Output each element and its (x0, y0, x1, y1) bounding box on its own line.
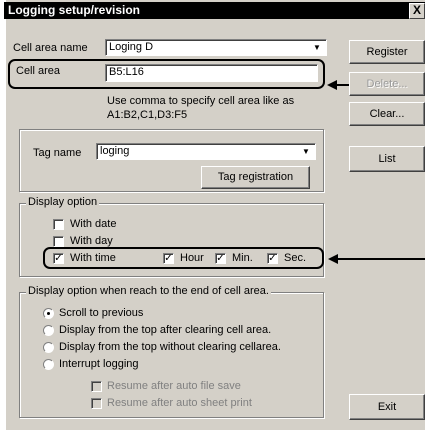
scroll-label: Scroll to previous (59, 307, 144, 319)
tag-name-label: Tag name (33, 147, 82, 159)
resume-save-checkbox[interactable] (91, 381, 102, 392)
with-date-label: With date (70, 218, 117, 230)
with-day-checkbox[interactable] (53, 236, 64, 247)
callout-arrow-line (336, 258, 425, 260)
top-clear-label: Display from the top after clearing cell… (59, 324, 272, 336)
tag-registration-button[interactable]: Tag registration (201, 166, 310, 189)
cell-area-hint-line2: A1:B2,C1,D3:F5 (107, 109, 188, 121)
chevron-down-icon[interactable]: ▼ (299, 145, 313, 158)
exit-button[interactable]: Exit (349, 394, 425, 420)
delete-button[interactable]: Delete... (349, 72, 425, 96)
register-button[interactable]: Register (349, 40, 425, 64)
callout-arrow-icon (328, 254, 338, 264)
cell-area-callout (8, 59, 325, 89)
time-callout (43, 247, 324, 269)
window-title: Logging setup/revision (8, 3, 141, 17)
display-option-title: Display option (26, 196, 100, 208)
tag-name-select[interactable]: loging ▼ (96, 143, 316, 160)
with-day-label: With day (70, 235, 113, 247)
clear-button[interactable]: Clear... (349, 102, 425, 126)
top-clear-radio[interactable] (43, 325, 54, 336)
resume-save-label: Resume after auto file save (107, 380, 241, 392)
cell-area-name-value: Loging D (109, 41, 154, 53)
end-option-title: Display option when reach to the end of … (26, 285, 271, 297)
chevron-down-icon[interactable]: ▼ (310, 41, 324, 54)
scroll-radio[interactable] (43, 308, 54, 319)
window-titlebar: Logging setup/revision X (4, 2, 425, 19)
top-noclear-radio[interactable] (43, 342, 54, 353)
cell-area-name-label: Cell area name (13, 42, 88, 54)
callout-arrow-icon (327, 80, 337, 90)
interrupt-label: Interrupt logging (59, 358, 139, 370)
list-button[interactable]: List (349, 146, 425, 172)
resume-print-label: Resume after auto sheet print (107, 397, 252, 409)
tag-name-value: loging (100, 145, 130, 157)
interrupt-radio[interactable] (43, 359, 54, 370)
cell-area-name-select[interactable]: Loging D ▼ (105, 39, 327, 56)
cell-area-hint-line1: Use comma to specify cell area like as (107, 95, 295, 107)
resume-print-checkbox[interactable] (91, 398, 102, 409)
close-icon[interactable]: X (409, 3, 425, 19)
with-date-checkbox[interactable] (53, 219, 64, 230)
top-noclear-label: Display from the top without clearing ce… (59, 341, 281, 353)
